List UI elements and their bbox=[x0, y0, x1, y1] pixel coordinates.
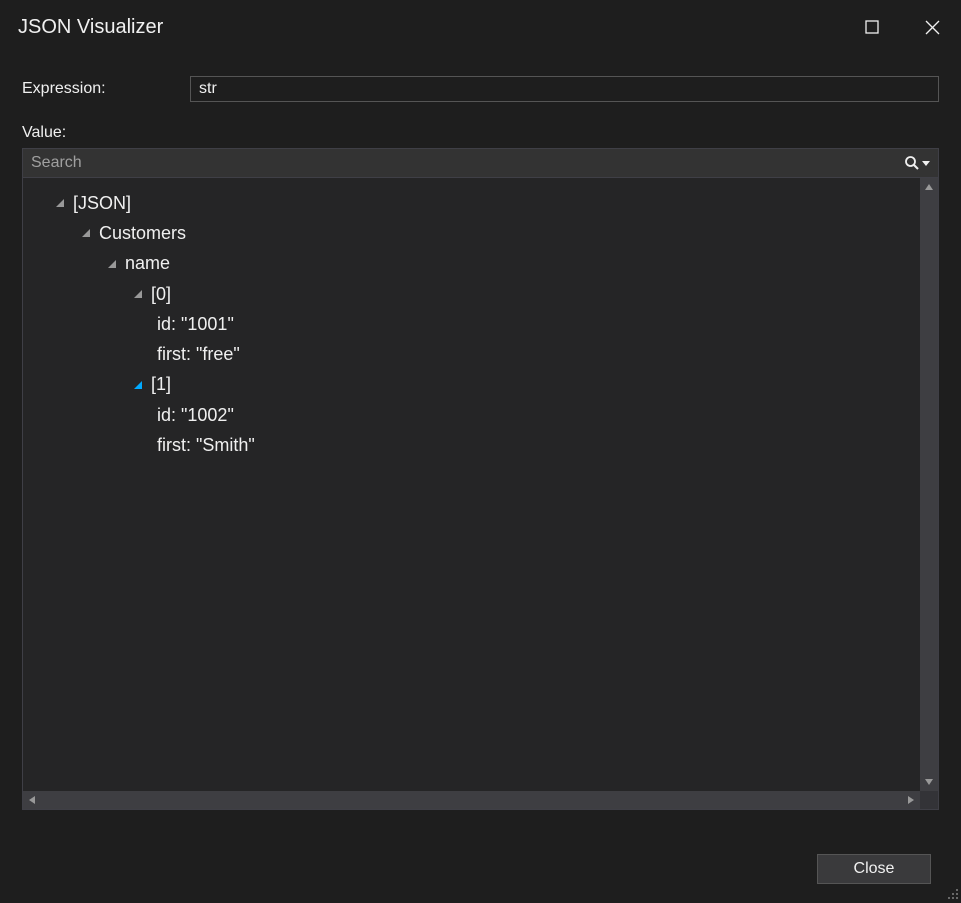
expand-toggle[interactable] bbox=[79, 226, 93, 240]
window-controls bbox=[857, 12, 947, 42]
tree-content: [JSON] Customers name bbox=[23, 178, 920, 791]
tree-leaf-item-1-id[interactable]: id: "1002" bbox=[29, 400, 914, 430]
vertical-scrollbar[interactable] bbox=[920, 178, 938, 791]
tree-label: id: "1002" bbox=[157, 400, 234, 430]
chevron-right-icon bbox=[906, 795, 916, 805]
scroll-up-button[interactable] bbox=[920, 178, 938, 196]
tree-label: Customers bbox=[99, 218, 186, 248]
expression-label: Expression: bbox=[22, 80, 190, 98]
scroll-down-button[interactable] bbox=[920, 773, 938, 791]
chevron-expanded-icon bbox=[55, 198, 65, 208]
expand-toggle[interactable] bbox=[105, 257, 119, 271]
tree-leaf-item-0-first[interactable]: first: "free" bbox=[29, 339, 914, 369]
tree-panel: [JSON] Customers name bbox=[22, 178, 939, 810]
close-window-button[interactable] bbox=[917, 12, 947, 42]
expand-toggle[interactable] bbox=[131, 378, 145, 392]
search-bar bbox=[22, 148, 939, 178]
chevron-expanded-icon bbox=[81, 228, 91, 238]
expression-input[interactable] bbox=[190, 76, 939, 102]
value-label: Value: bbox=[22, 124, 939, 142]
scrollbar-corner bbox=[920, 791, 938, 809]
search-input[interactable] bbox=[31, 154, 904, 172]
close-button[interactable]: Close bbox=[817, 854, 931, 884]
resize-grip[interactable] bbox=[943, 884, 959, 900]
expression-row: Expression: bbox=[22, 76, 939, 102]
chevron-down-icon bbox=[924, 777, 934, 787]
tree-label: name bbox=[125, 248, 170, 278]
horizontal-scrollbar[interactable] bbox=[23, 791, 938, 809]
tree-node-name[interactable]: name bbox=[29, 248, 914, 278]
tree-leaf-item-0-id[interactable]: id: "1001" bbox=[29, 309, 914, 339]
maximize-button[interactable] bbox=[857, 12, 887, 42]
tree-label: id: "1001" bbox=[157, 309, 234, 339]
chevron-expanded-icon bbox=[133, 289, 143, 299]
tree-label: [1] bbox=[151, 369, 171, 399]
scrollbar-track[interactable] bbox=[41, 791, 902, 809]
tree-node-item-1[interactable]: [1] bbox=[29, 369, 914, 399]
tree-label: first: "Smith" bbox=[157, 430, 255, 460]
close-icon bbox=[925, 20, 940, 35]
chevron-down-icon bbox=[922, 155, 930, 171]
chevron-expanded-icon bbox=[107, 259, 117, 269]
tree-node-root[interactable]: [JSON] bbox=[29, 188, 914, 218]
title-bar: JSON Visualizer bbox=[0, 0, 961, 54]
search-icon bbox=[904, 155, 920, 171]
expand-toggle[interactable] bbox=[53, 196, 67, 210]
maximize-icon bbox=[865, 20, 879, 34]
tree-label: first: "free" bbox=[157, 339, 240, 369]
tree-node-customers[interactable]: Customers bbox=[29, 218, 914, 248]
tree-node-item-0[interactable]: [0] bbox=[29, 279, 914, 309]
chevron-expanded-icon bbox=[133, 380, 143, 390]
chevron-left-icon bbox=[27, 795, 37, 805]
expand-toggle[interactable] bbox=[131, 287, 145, 301]
tree-label: [JSON] bbox=[73, 188, 131, 218]
scroll-left-button[interactable] bbox=[23, 791, 41, 809]
tree-leaf-item-1-first[interactable]: first: "Smith" bbox=[29, 430, 914, 460]
chevron-up-icon bbox=[924, 182, 934, 192]
scroll-right-button[interactable] bbox=[902, 791, 920, 809]
window-title: JSON Visualizer bbox=[18, 16, 857, 39]
search-button[interactable] bbox=[904, 155, 930, 171]
resize-grip-icon bbox=[943, 884, 959, 900]
tree-label: [0] bbox=[151, 279, 171, 309]
